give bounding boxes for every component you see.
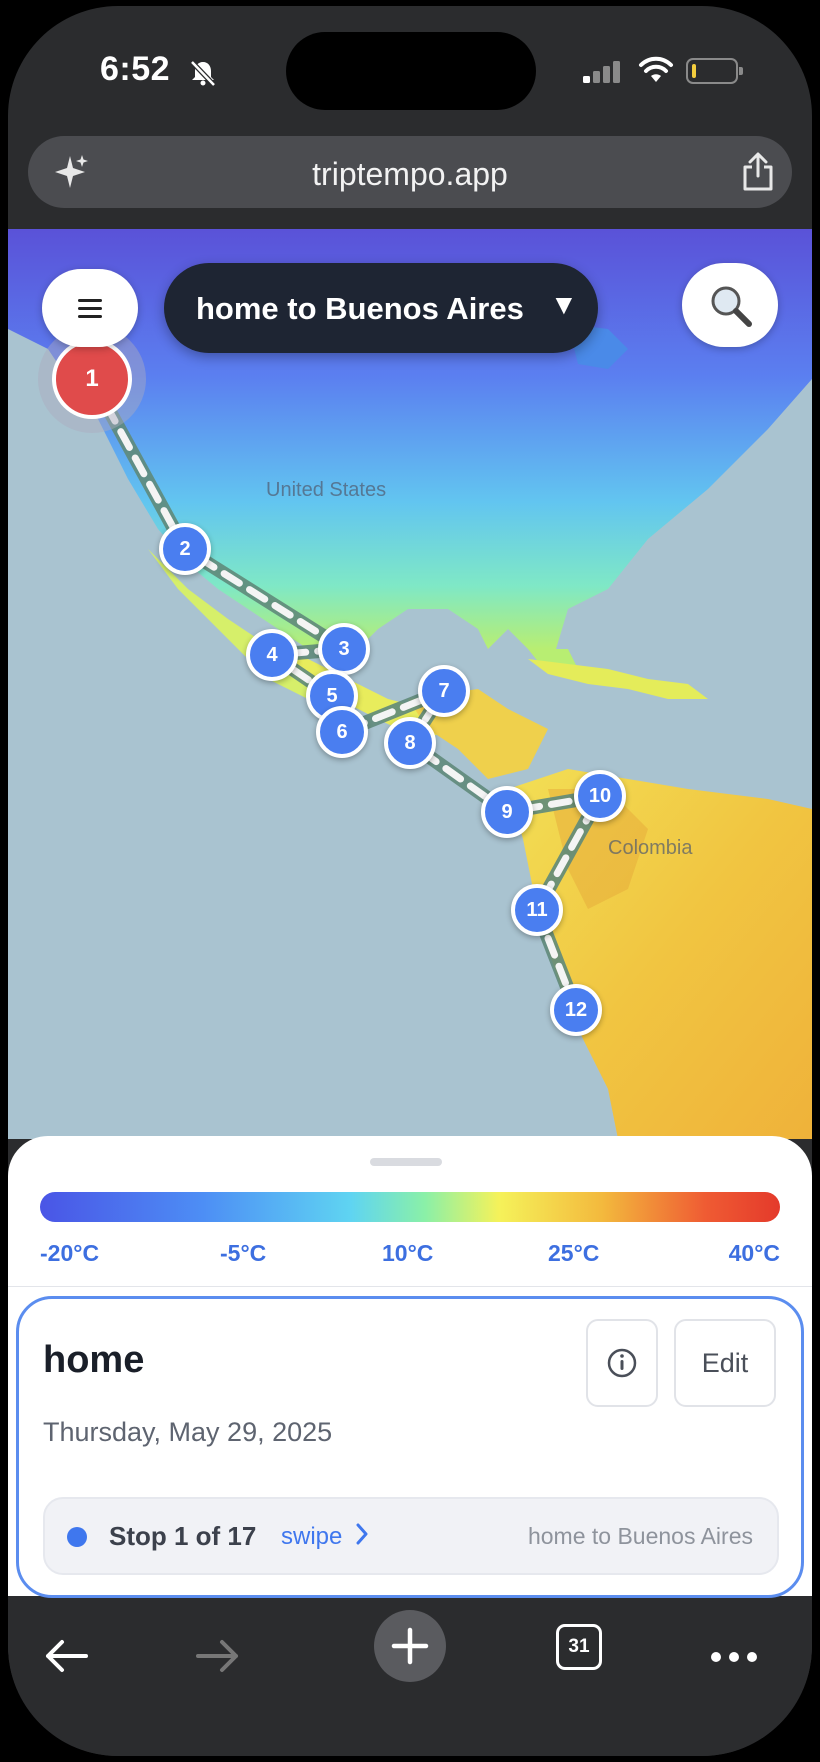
url-text[interactable]: triptempo.app <box>28 156 792 193</box>
divider <box>8 1286 812 1287</box>
stop-name: home <box>43 1339 145 1381</box>
edit-button[interactable]: Edit <box>674 1319 776 1407</box>
current-stop-dot <box>67 1527 87 1547</box>
sheet-grabber[interactable] <box>370 1158 442 1166</box>
hamburger-icon <box>78 298 104 325</box>
stop-marker-1[interactable]: 1 <box>52 339 132 419</box>
status-bar: 6:52 <box>8 6 812 126</box>
stop-marker-3[interactable]: 3 <box>318 623 370 675</box>
search-button[interactable] <box>682 263 778 347</box>
swipe-label: swipe <box>281 1523 343 1550</box>
temperature-map[interactable]: United States Colombia 1 2 3 4 5 6 7 8 9… <box>8 229 812 1139</box>
dynamic-island <box>286 32 536 110</box>
trip-selector-label: home to Buenos Aires <box>196 291 524 326</box>
trip-name: home to Buenos Aires <box>527 1523 753 1549</box>
tick-label: -20°C <box>40 1240 100 1266</box>
chevron-right-icon <box>355 1523 369 1552</box>
stop-marker-9[interactable]: 9 <box>481 786 533 838</box>
search-icon <box>708 283 754 334</box>
more-icon[interactable] <box>710 1650 758 1668</box>
bottom-sheet[interactable]: -20°C -5°C 10°C 25°C 40°C home Thursday,… <box>8 1136 812 1598</box>
share-icon[interactable] <box>740 152 776 197</box>
menu-button[interactable] <box>42 269 138 347</box>
tick-label: -5°C <box>220 1240 267 1266</box>
stop-card[interactable]: home Thursday, May 29, 2025 Edit Stop 1 … <box>16 1296 804 1598</box>
status-time: 6:52 <box>100 50 171 88</box>
info-icon <box>606 1347 638 1384</box>
silent-bell-icon <box>188 58 218 93</box>
tick-label: 40°C <box>728 1240 780 1266</box>
stop-marker-4[interactable]: 4 <box>246 629 298 681</box>
info-button[interactable] <box>586 1319 658 1407</box>
stop-marker-10[interactable]: 10 <box>574 770 626 822</box>
stop-date: Thursday, May 29, 2025 <box>43 1417 333 1447</box>
phone-frame: 6:52 triptempo.app United States Colombi… <box>8 6 812 1756</box>
stop-navigator[interactable]: Stop 1 of 17 swipe home to Buenos Aires <box>43 1497 779 1575</box>
wifi-icon <box>638 56 674 89</box>
tick-label: 10°C <box>382 1240 434 1266</box>
forward-icon[interactable] <box>194 1638 242 1679</box>
stop-marker-7[interactable]: 7 <box>418 665 470 717</box>
address-bar[interactable]: triptempo.app <box>28 136 792 208</box>
stop-marker-12[interactable]: 12 <box>550 984 602 1036</box>
temperature-ticks: -20°C -5°C 10°C 25°C 40°C <box>40 1240 780 1270</box>
tick-label: 25°C <box>548 1240 600 1266</box>
plus-icon[interactable] <box>374 1610 446 1687</box>
battery-icon <box>686 58 743 84</box>
trip-selector[interactable]: home to Buenos Aires ▼ <box>164 263 598 353</box>
tabs-icon[interactable]: 31 <box>556 1624 602 1670</box>
temperature-scale <box>40 1192 780 1222</box>
stop-counter: Stop 1 of 17 <box>109 1521 257 1551</box>
back-icon[interactable] <box>42 1638 90 1679</box>
signal-icon <box>583 61 623 88</box>
dropdown-arrow-icon: ▼ <box>550 289 578 320</box>
browser-toolbar: 31 <box>8 1598 812 1756</box>
swipe-hint[interactable]: swipe <box>281 1523 369 1552</box>
stop-marker-8[interactable]: 8 <box>384 717 436 769</box>
stop-marker-11[interactable]: 11 <box>511 884 563 936</box>
stop-marker-2[interactable]: 2 <box>159 523 211 575</box>
stop-marker-6[interactable]: 6 <box>316 706 368 758</box>
